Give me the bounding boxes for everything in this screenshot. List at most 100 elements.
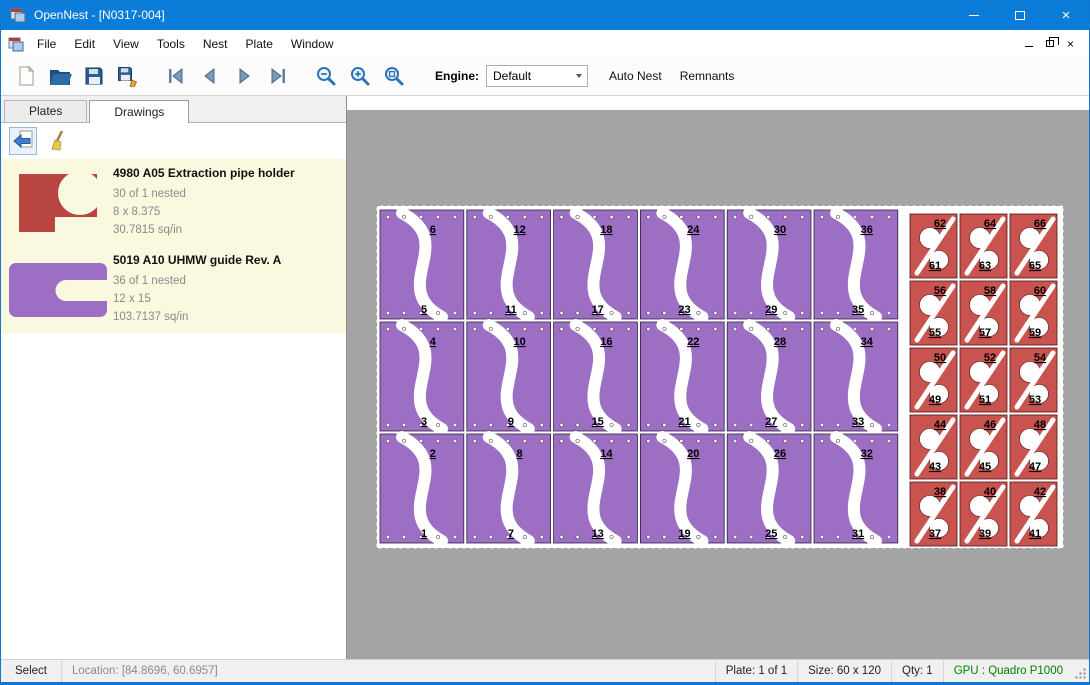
maximize-button[interactable] — [997, 0, 1043, 30]
nest-part-pair[interactable]: 65 — [380, 210, 464, 319]
go-previous-button[interactable] — [193, 61, 227, 91]
zoom-in-button[interactable] — [343, 61, 377, 91]
part-number: 47 — [1029, 461, 1041, 473]
hole — [523, 535, 527, 539]
part-number: 48 — [1034, 419, 1046, 431]
hole — [436, 535, 440, 539]
chevron-down-icon[interactable] — [570, 66, 587, 86]
nest-part-pair[interactable]: 1413 — [554, 434, 638, 543]
menu-item-nest[interactable]: Nest — [194, 30, 237, 57]
nest-part-pair[interactable]: 4039 — [960, 482, 1007, 546]
resize-grip[interactable] — [1073, 660, 1089, 682]
nest-part-pair[interactable]: 5453 — [1010, 348, 1057, 412]
nest-part-pair[interactable]: 109 — [467, 322, 551, 431]
hole — [593, 439, 597, 443]
nest-part-pair[interactable]: 5857 — [960, 281, 1007, 345]
nest-part-pair[interactable]: 6463 — [960, 214, 1007, 278]
menu-item-plate[interactable]: Plate — [237, 30, 282, 57]
new-document-button[interactable] — [9, 61, 43, 91]
hole — [887, 215, 891, 219]
hole — [733, 215, 737, 219]
hole — [800, 535, 804, 539]
hole — [576, 327, 580, 331]
app-window: OpenNest - [N0317-004] × FileEditViewToo… — [0, 0, 1090, 685]
nest-part-pair[interactable]: 1211 — [467, 210, 551, 319]
go-last-button[interactable] — [261, 61, 295, 91]
zoom-out-button[interactable] — [309, 61, 343, 91]
minimize-button[interactable] — [951, 0, 997, 30]
nest-part-pair[interactable]: 87 — [467, 434, 551, 543]
nest-part-pair[interactable]: 1817 — [554, 210, 638, 319]
nest-part-pair[interactable]: 5251 — [960, 348, 1007, 412]
hole — [836, 327, 840, 331]
engine-combobox[interactable]: Default — [486, 65, 588, 87]
menu-item-file[interactable]: File — [28, 30, 65, 57]
hole — [627, 215, 631, 219]
hole — [733, 311, 737, 315]
auto-nest-button[interactable]: Auto Nest — [600, 64, 671, 88]
nest-plate-svg[interactable]: 6512111817242330293635431091615222128273… — [376, 205, 1064, 549]
tab-plates[interactable]: Plates — [4, 100, 87, 122]
nest-part-pair[interactable]: 43 — [380, 322, 464, 431]
go-first-button[interactable] — [159, 61, 193, 91]
menu-item-edit[interactable]: Edit — [65, 30, 104, 57]
nest-canvas[interactable]: 6512111817242330293635431091615222128273… — [347, 96, 1089, 659]
save-button[interactable] — [77, 61, 111, 91]
menu-item-window[interactable]: Window — [282, 30, 343, 57]
save-as-button[interactable] — [111, 61, 145, 91]
nest-part-pair[interactable]: 3837 — [910, 482, 957, 546]
drawing-list-item[interactable]: 5019 A10 UHMW guide Rev. A36 of 1 nested… — [1, 246, 346, 333]
nest-part-pair[interactable]: 5049 — [910, 348, 957, 412]
hole — [733, 327, 737, 331]
hole — [506, 327, 510, 331]
nest-part-pair[interactable]: 1615 — [554, 322, 638, 431]
nest-part-pair[interactable]: 21 — [380, 434, 464, 543]
window-body: PlatesDrawings 4980 A05 Extraction pipe … — [1, 96, 1089, 659]
mdi-minimize-button[interactable] — [1018, 34, 1039, 54]
nest-part-pair[interactable]: 6665 — [1010, 214, 1057, 278]
nest-part-pair[interactable]: 2019 — [640, 434, 724, 543]
nest-part-pair[interactable]: 2221 — [640, 322, 724, 431]
go-next-button[interactable] — [227, 61, 261, 91]
nest-part-pair[interactable]: 2827 — [727, 322, 811, 431]
nest-part-pair[interactable]: 2423 — [640, 210, 724, 319]
nest-part-pair[interactable]: 6261 — [910, 214, 957, 278]
nest-part-pair[interactable]: 2625 — [727, 434, 811, 543]
title-bar: OpenNest - [N0317-004] × — [1, 0, 1089, 30]
open-file-button[interactable] — [43, 61, 77, 91]
mdi-close-button[interactable]: × — [1060, 34, 1081, 54]
status-qty: Qty: 1 — [892, 660, 943, 682]
part-number: 13 — [592, 528, 604, 540]
mdi-restore-button[interactable] — [1039, 34, 1060, 54]
hole — [697, 311, 701, 315]
nest-part-pair[interactable]: 3231 — [814, 434, 898, 543]
menu-item-tools[interactable]: Tools — [148, 30, 194, 57]
nest-part-pair[interactable]: 4241 — [1010, 482, 1057, 546]
nest-part-pair[interactable]: 6059 — [1010, 281, 1057, 345]
nest-part-pair[interactable]: 4443 — [910, 415, 957, 479]
drawing-list-item[interactable]: 4980 A05 Extraction pipe holder30 of 1 n… — [1, 159, 346, 246]
return-part-button[interactable] — [9, 127, 37, 155]
hole — [647, 215, 651, 219]
nest-part-pair[interactable]: 3635 — [814, 210, 898, 319]
hole — [453, 311, 457, 315]
clean-button[interactable] — [45, 127, 73, 155]
drawing-title: 4980 A05 Extraction pipe holder — [113, 166, 342, 180]
zoom-fit-button[interactable] — [377, 61, 411, 91]
nest-part-pair[interactable]: 48 47 — [1010, 415, 1057, 479]
close-button[interactable]: × — [1043, 0, 1089, 30]
nest-part-pair[interactable]: 5655 — [910, 281, 957, 345]
hole — [766, 439, 770, 443]
part-number: 38 — [934, 486, 946, 498]
tab-drawings[interactable]: Drawings — [89, 100, 189, 123]
remnants-button[interactable]: Remnants — [671, 64, 744, 88]
menu-item-view[interactable]: View — [104, 30, 148, 57]
nest-part-pair[interactable]: 3433 — [814, 322, 898, 431]
drawing-size: 8 x 8.375 — [113, 203, 342, 221]
engine-label: Engine: — [435, 69, 479, 83]
hole — [489, 439, 493, 443]
nest-part-pair[interactable]: 3029 — [727, 210, 811, 319]
hole — [749, 311, 753, 315]
nest-part-pair[interactable]: 4645 — [960, 415, 1007, 479]
hole — [887, 439, 891, 443]
